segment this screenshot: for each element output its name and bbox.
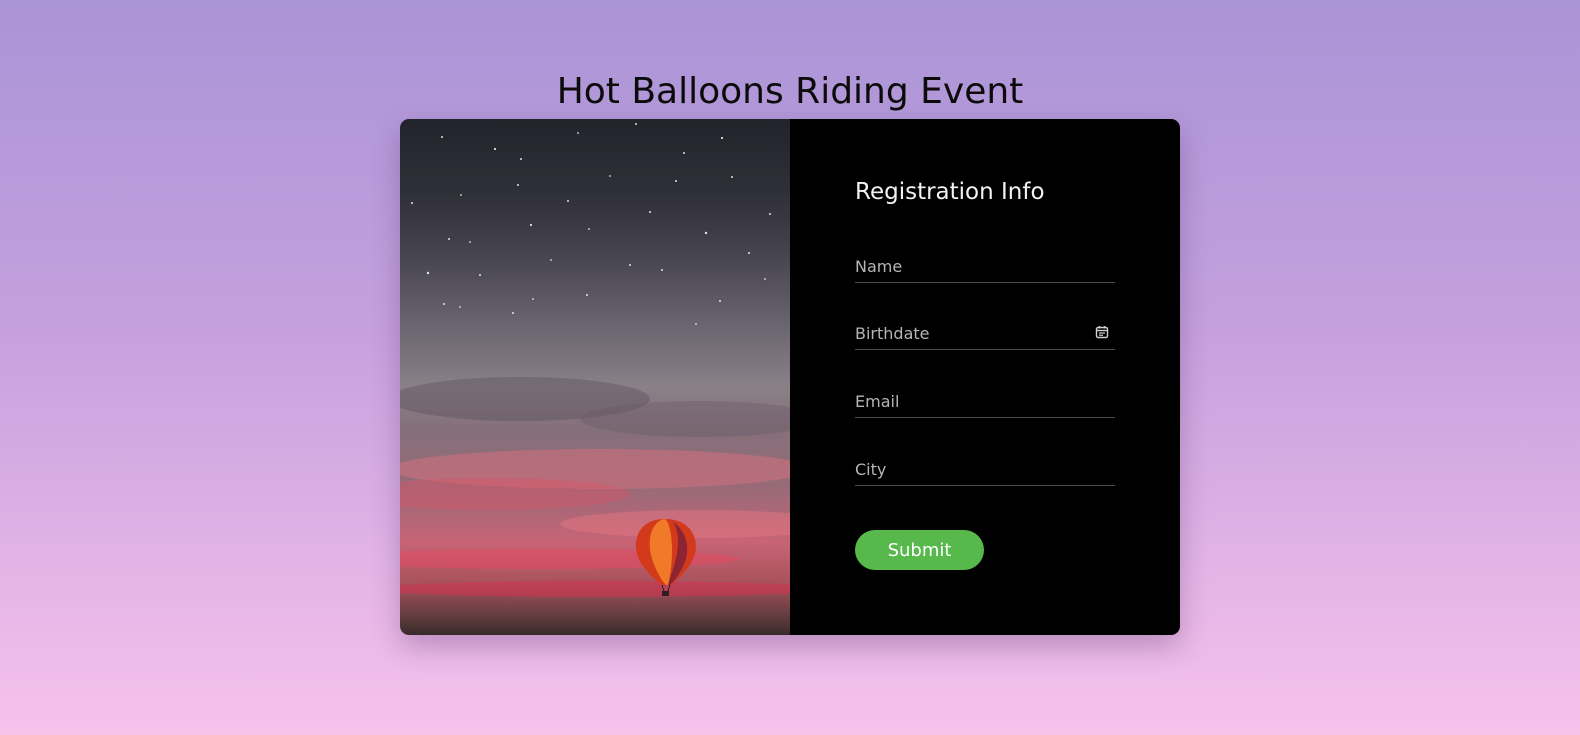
photo-illustration [400,123,790,597]
city-field [855,455,1115,486]
birthdate-field [855,319,1115,350]
hot-air-balloon-photo [400,119,790,635]
stars [411,123,771,325]
birthdate-input[interactable] [855,319,1115,347]
city-input[interactable] [855,455,1115,483]
form-title: Registration Info [855,179,1045,205]
email-field [855,387,1115,418]
registration-form: Registration Info Submit [790,119,1180,635]
submit-button[interactable]: Submit [855,530,984,570]
calendar-icon[interactable] [1095,325,1109,339]
page-title: Hot Balloons Riding Event [556,71,1024,112]
email-input[interactable] [855,387,1115,415]
name-field [855,252,1115,283]
registration-card: Registration Info Submit [400,119,1180,635]
name-input[interactable] [855,252,1115,280]
